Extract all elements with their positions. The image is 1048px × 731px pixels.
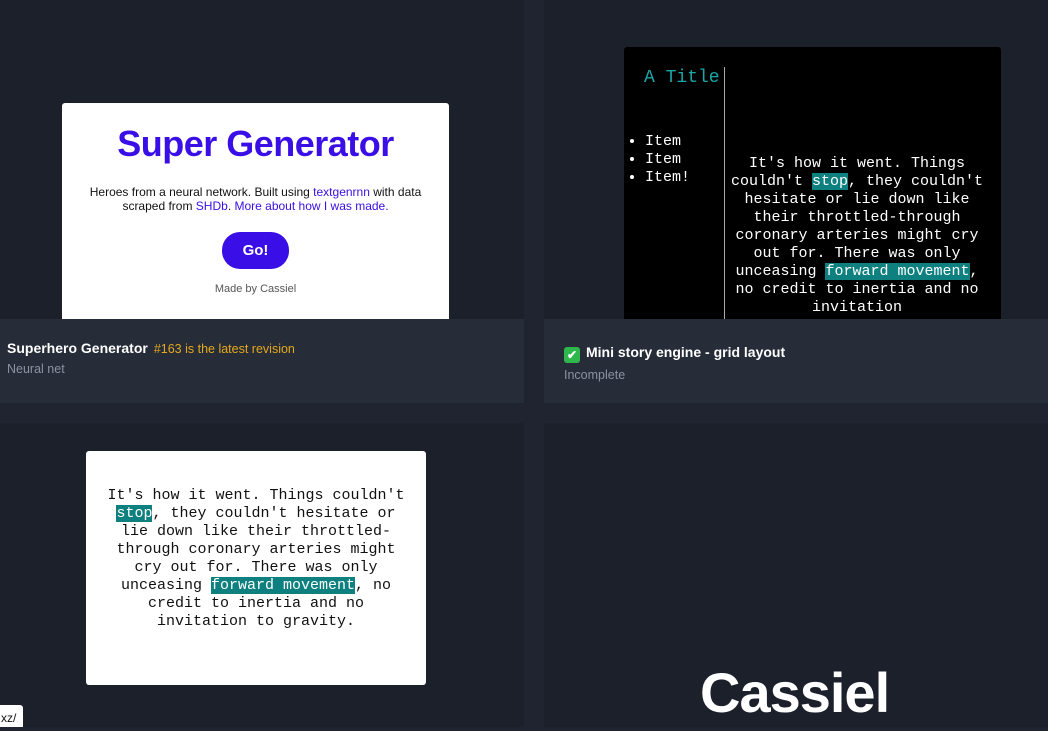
superhero-generator-footer[interactable]: Superhero Generator #163 is the latest re…: [0, 319, 524, 403]
card-subtitle: Neural net: [7, 362, 65, 376]
shdb-link[interactable]: SHDb: [196, 199, 228, 213]
list-item: Item: [645, 151, 690, 169]
check-icon: ✔: [564, 347, 580, 363]
go-button[interactable]: Go!: [222, 232, 289, 269]
highlight-phrase: forward movement: [825, 263, 970, 280]
list-item: Item!: [645, 169, 690, 187]
card-subtitle: Incomplete: [564, 368, 626, 382]
story-paragraph: It's how it went. Things couldn't stop, …: [730, 155, 984, 316]
story-item-list: Item Item Item!: [626, 133, 690, 187]
highlight-word: stop: [811, 173, 848, 190]
preview-title: Super Generator: [117, 123, 394, 164]
card-title[interactable]: Superhero Generator #163 is the latest re…: [7, 340, 295, 356]
list-item: Item: [645, 133, 690, 151]
story-white-preview[interactable]: It's how it went. Things couldn't stop, …: [86, 451, 426, 685]
made-by-text: Made by Cassiel: [214, 283, 297, 295]
mini-story-footer[interactable]: ✔ Mini story engine - grid layout Incompl…: [544, 319, 1048, 403]
more-about-link[interactable]: More about how I was made.: [234, 199, 388, 213]
superhero-generator-preview[interactable]: Super Generator Heroes from a neural net…: [62, 103, 449, 319]
grid-divider: [724, 67, 725, 319]
mini-story-preview[interactable]: A Title Item Item Item! It's how it went…: [624, 47, 1001, 319]
highlight-phrase: forward movement: [210, 577, 356, 594]
highlight-word: stop: [116, 505, 153, 522]
story-title: A Title: [644, 68, 720, 88]
revision-badge[interactable]: #163 is the latest revision: [154, 342, 295, 356]
textgenrnn-link[interactable]: textgenrnn: [313, 185, 370, 199]
card-title[interactable]: ✔ Mini story engine - grid layout: [564, 344, 785, 363]
cassiel-logo-text: Cassiel: [700, 661, 890, 724]
preview-description: Heroes from a neural network. Built usin…: [89, 185, 422, 213]
status-bar-url: xz/: [0, 705, 24, 727]
story-paragraph: It's how it went. Things couldn't stop, …: [107, 487, 405, 630]
